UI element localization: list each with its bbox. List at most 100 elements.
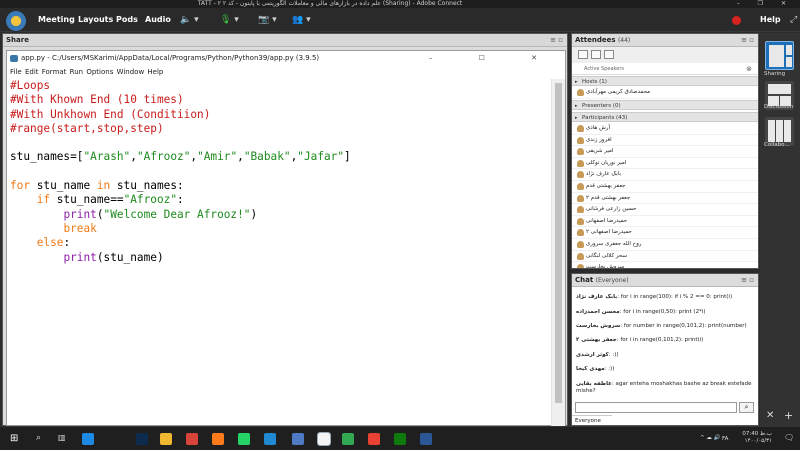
code-line[interactable]: print("Welcome Dear Afrooz!") [10, 208, 551, 222]
user-icon [577, 148, 584, 156]
chat-message: سروش بخارست: for number in range(0,101,2… [576, 323, 756, 330]
hosts-section[interactable]: Hosts (1) [572, 76, 758, 87]
code-line[interactable]: #Loops [10, 79, 551, 93]
participant-entry[interactable]: جعفر بهشتی قدم ۲ [572, 193, 758, 205]
chat-options-icon[interactable]: ≡ ▫ [741, 274, 754, 287]
code-line[interactable] [10, 165, 551, 179]
clock[interactable]: 07:40 ب.ظ ۱۴۰۰/۰۵/۳۱ [738, 431, 772, 445]
user-icon [577, 264, 584, 268]
paint-icon[interactable] [342, 433, 354, 445]
microphone-icon[interactable]: 🎙 ▾ [220, 14, 239, 26]
share-pod-options-icon[interactable]: ≡ ▫ [550, 34, 563, 47]
idle-window-controls[interactable]: – ☐ ✕ [429, 51, 559, 66]
breakout-icon[interactable] [604, 50, 614, 59]
video-icon[interactable] [186, 433, 198, 445]
photoshop-icon[interactable] [136, 433, 148, 445]
participant-entry[interactable]: جعفر بهشتی قدم [572, 181, 758, 193]
speaker-icon[interactable]: 🔈 ▾ [180, 14, 199, 26]
windows-taskbar: ^ ☁ 🔊 FA 07:40 ب.ظ ۱۴۰۰/۰۵/۳۱ 🗨 ⊞ ⌕ ▥ [0, 426, 800, 450]
notifications-icon[interactable]: 🗨 [784, 434, 794, 442]
code-editor[interactable]: #Loops #With Khown End (10 times) #With Un… [9, 79, 551, 399]
participant-entry[interactable]: امیر نوریان توکلی [572, 158, 758, 170]
chat-sender: محسن احمدزاده [576, 309, 620, 315]
code-line[interactable] [10, 136, 551, 150]
user-icon [577, 241, 584, 248]
close-icon[interactable]: ⊗ [746, 63, 752, 75]
editor-scrollbar[interactable] [551, 79, 565, 426]
chat-sender: عاطفه بقایی [576, 381, 612, 387]
tools-icon[interactable]: ✕ [766, 410, 774, 421]
code-line[interactable]: print(stu_name) [10, 251, 551, 265]
menu-meeting[interactable]: Meeting [38, 8, 75, 32]
chat-text: : :)) [604, 366, 615, 372]
grid-view-icon[interactable] [591, 50, 601, 59]
layout-sharing[interactable] [765, 41, 794, 70]
menu-audio[interactable]: Audio [145, 8, 171, 32]
participant-entry[interactable]: روح الله جعفری سروری [572, 239, 758, 251]
idle-menu-file[interactable]: File [10, 68, 22, 76]
r-icon[interactable] [292, 433, 304, 445]
participant-entry[interactable]: حمیدرضا اصفهانی [572, 216, 758, 228]
tray-icons[interactable]: ^ ☁ 🔊 [700, 435, 720, 442]
presenters-section[interactable]: Presenters (0) [572, 100, 758, 111]
webcam-icon[interactable]: 📷 ▾ [258, 14, 277, 26]
chat-message: کوثر ارشدی: :)) [576, 352, 756, 359]
participant-entry[interactable]: حسین زارعی فرشانی [572, 204, 758, 216]
user-icon [577, 89, 584, 96]
idle-menu-options[interactable]: Options [86, 68, 113, 76]
vscode-icon[interactable] [264, 433, 276, 445]
code-line[interactable]: if stu_name=="Afrooz": [10, 193, 551, 207]
participant-entry[interactable]: افروز زندی [572, 135, 758, 147]
terminal-icon[interactable] [394, 433, 406, 445]
idle-menu-run[interactable]: Run [70, 68, 83, 76]
record-icon[interactable] [732, 16, 741, 25]
host-entry[interactable]: محمدصادق کریمی مهرآبادی [572, 87, 758, 99]
task-view-icon[interactable]: ▥ [58, 433, 70, 445]
whatsapp-icon[interactable] [238, 433, 250, 445]
idle-menu-format[interactable]: Format [42, 68, 67, 76]
code-line[interactable]: #range(start,stop,step) [10, 122, 551, 136]
chat-text: : :)) [608, 352, 619, 358]
attendees-options-icon[interactable]: ≡ ▫ [741, 34, 754, 47]
word-icon[interactable] [420, 433, 432, 445]
attendees-toolbar [572, 47, 758, 63]
chrome-icon[interactable] [368, 433, 380, 445]
code-line[interactable]: #With Unkhown End (Conditiion) [10, 108, 551, 122]
participant-entry[interactable]: سحر کلالی لنگانی [572, 251, 758, 263]
chat-header: Chat (Everyone) ≡ ▫ [572, 274, 758, 287]
code-line[interactable]: #With Khown End (10 times) [10, 93, 551, 107]
share-pod-title: Share [6, 36, 29, 44]
firefox-icon[interactable] [212, 433, 224, 445]
chat-send-button[interactable]: ⌕ [739, 402, 754, 413]
window-title: TATT - ۲ علم داده در بازارهای مالی و معا… [197, 0, 463, 7]
idle-menu-help[interactable]: Help [147, 68, 163, 76]
edge-icon[interactable] [82, 433, 94, 445]
status-icon[interactable]: 👥 ▾ [292, 14, 311, 26]
participant-entry[interactable]: حمیدرضا اصفهانی ۲ [572, 227, 758, 239]
list-view-icon[interactable] [578, 50, 588, 59]
participant-entry[interactable]: سروش بخارست [572, 262, 758, 268]
files-icon[interactable] [160, 433, 172, 445]
idle-menu-edit[interactable]: Edit [25, 68, 39, 76]
code-line[interactable]: stu_names=["Arash","Afrooz","Amir","Baba… [10, 150, 551, 164]
participants-section[interactable]: Participants (43) [572, 112, 758, 123]
idle-menu-window[interactable]: Window [117, 68, 145, 76]
window-controls[interactable]: – ❐ ✕ [737, 0, 794, 8]
code-line[interactable]: else: [10, 236, 551, 250]
participant-entry[interactable]: آرش هادی [572, 123, 758, 135]
adobe-connect-icon[interactable] [317, 432, 331, 446]
participant-entry[interactable]: امیر شریفی [572, 146, 758, 158]
participant-entry[interactable]: بابک عارف نژاد [572, 169, 758, 181]
code-line[interactable]: for stu_name in stu_names: [10, 179, 551, 193]
menu-pods[interactable]: Pods [116, 8, 138, 32]
search-icon[interactable]: ⌕ [36, 433, 48, 445]
chat-input[interactable] [575, 402, 737, 413]
menu-layouts[interactable]: Layouts [78, 8, 113, 32]
add-layout-icon[interactable]: + [784, 409, 793, 422]
menu-help[interactable]: Help [760, 8, 781, 32]
chat-tab-everyone[interactable]: Everyone [572, 415, 612, 426]
fullscreen-icon[interactable]: ⤢ [790, 14, 797, 26]
start-icon[interactable]: ⊞ [10, 433, 22, 445]
code-line[interactable]: break [10, 222, 551, 236]
language-indicator[interactable]: FA [722, 436, 728, 443]
